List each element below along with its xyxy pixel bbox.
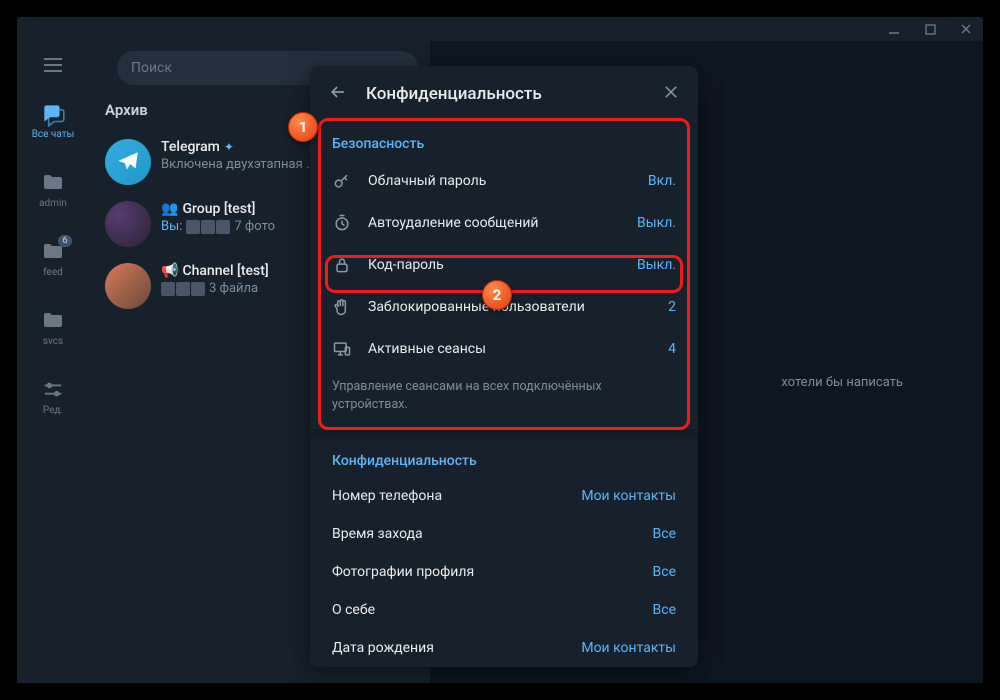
row-label: Номер телефона (332, 488, 581, 504)
nav-label: admin (39, 198, 67, 209)
row-birthday[interactable]: Дата рожденияМои контакты (310, 629, 698, 667)
minimize-button[interactable] (885, 20, 903, 38)
row-value: Мои контакты (581, 640, 676, 656)
chat-suffix: 7 фото (234, 219, 275, 234)
chat-title: Channel [test] (182, 263, 268, 279)
folder-icon: 6 (40, 239, 66, 265)
chat-title: Group [test] (182, 201, 255, 217)
devices-icon (332, 339, 352, 359)
panel-close-button[interactable] (662, 83, 680, 105)
left-nav: Все чаты admin 6 feed svcs Ред. (17, 41, 89, 683)
row-bio[interactable]: О себеВсе (310, 591, 698, 629)
chat-sub: Включена двухэтапная … (161, 157, 315, 172)
row-active-sessions[interactable]: Активные сеансы 4 (310, 328, 698, 370)
close-button[interactable] (957, 20, 975, 38)
folder-icon (40, 308, 66, 334)
row-phone[interactable]: Номер телефонаМои контакты (310, 477, 698, 515)
row-value: 4 (668, 341, 676, 357)
row-auto-delete[interactable]: Автоудаление сообщений Выкл. (310, 202, 698, 244)
row-label: Время захода (332, 526, 653, 542)
nav-svcs[interactable]: svcs (17, 302, 89, 353)
nav-feed[interactable]: 6 feed (17, 233, 89, 284)
titlebar (17, 17, 983, 41)
row-passcode[interactable]: Код-пароль Выкл. (310, 244, 698, 286)
back-button[interactable] (328, 82, 348, 106)
row-label: Дата рождения (332, 640, 581, 656)
row-label: Активные сеансы (368, 341, 652, 357)
search-placeholder: Поиск (131, 60, 172, 76)
panel-title: Конфиденциальность (366, 84, 644, 104)
nav-admin[interactable]: admin (17, 164, 89, 215)
lock-icon (332, 255, 352, 275)
key-icon (332, 171, 352, 191)
maximize-button[interactable] (921, 20, 939, 38)
row-profile-photos[interactable]: Фотографии профиляВсе (310, 553, 698, 591)
hand-icon (332, 297, 352, 317)
nav-label: feed (43, 267, 63, 278)
avatar (105, 263, 151, 309)
section-hint: Управление сеансами на всех подключённых… (310, 370, 698, 429)
menu-icon[interactable] (42, 57, 64, 77)
thumbs (186, 220, 230, 234)
avatar (105, 139, 151, 185)
row-label: О себе (332, 602, 653, 618)
chat-suffix: 3 файла (209, 281, 258, 296)
channel-icon: 📢 (161, 263, 178, 279)
row-label: Фотографии профиля (332, 564, 653, 580)
annotation-marker-1: 1 (288, 112, 318, 142)
nav-label: Ред. (43, 405, 63, 416)
sliders-icon (40, 377, 66, 403)
annotation-marker-2: 2 (482, 280, 512, 310)
row-label: Облачный пароль (368, 173, 632, 189)
row-value: Все (653, 602, 676, 618)
chat-title: Telegram (161, 139, 220, 155)
badge: 6 (58, 235, 72, 247)
row-value: Выкл. (637, 257, 676, 273)
row-value: Мои контакты (581, 488, 676, 504)
nav-all-chats[interactable]: Все чаты (17, 95, 89, 146)
separator (310, 429, 698, 439)
group-icon: 👥 (161, 201, 178, 217)
nav-edit[interactable]: Ред. (17, 371, 89, 422)
row-value: Все (653, 526, 676, 542)
nav-label: Все чаты (32, 129, 75, 140)
avatar (105, 201, 151, 247)
row-value: Вкл. (648, 173, 676, 189)
you-label: Вы: (161, 219, 182, 234)
nav-label: svcs (43, 336, 63, 347)
section-privacy: Конфиденциальность (310, 439, 698, 477)
verified-icon: ✦ (224, 140, 234, 154)
timer-icon (332, 213, 352, 233)
thumbs (161, 282, 205, 296)
row-label: Код-пароль (368, 257, 621, 273)
empty-hint: хотели бы написать (781, 375, 903, 390)
row-value: Выкл. (637, 215, 676, 231)
row-label: Автоудаление сообщений (368, 215, 621, 231)
row-cloud-password[interactable]: Облачный пароль Вкл. (310, 160, 698, 202)
row-value: 2 (668, 299, 676, 315)
section-security: Безопасность (310, 122, 698, 160)
settings-panel: Конфиденциальность Безопасность Облачный… (310, 66, 698, 667)
row-value: Все (653, 564, 676, 580)
chats-icon (40, 101, 66, 127)
folder-icon (40, 170, 66, 196)
row-last-seen[interactable]: Время заходаВсе (310, 515, 698, 553)
